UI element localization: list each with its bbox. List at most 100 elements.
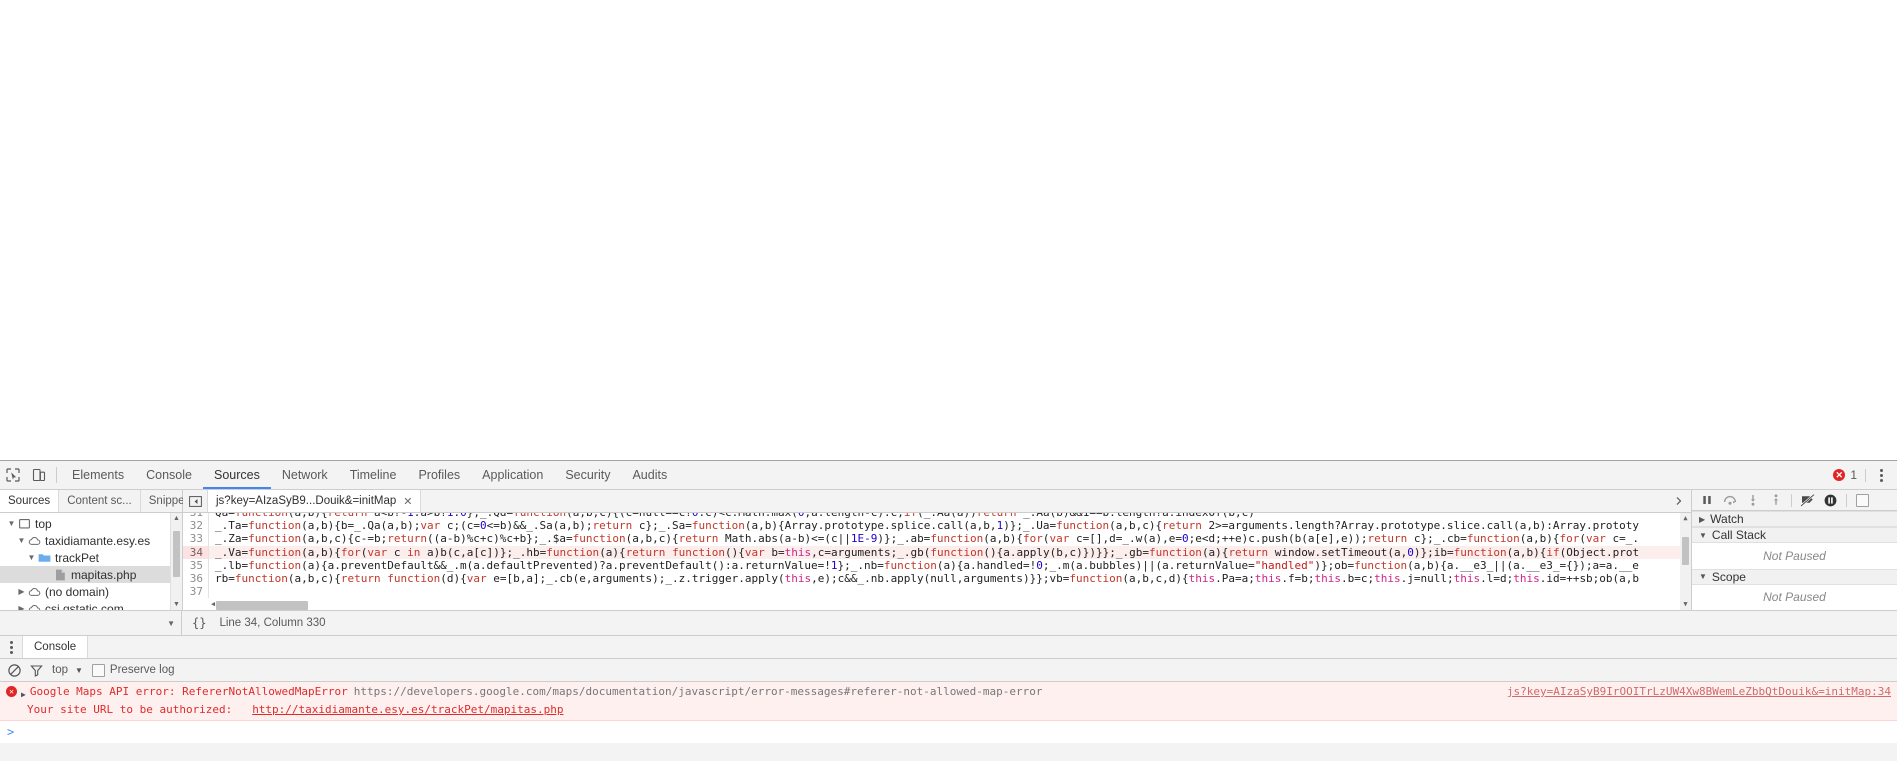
vertical-dots-icon[interactable]: [4, 640, 19, 654]
tab-network[interactable]: Network: [271, 461, 339, 489]
debugger-section-scope[interactable]: ▼ Scope: [1692, 568, 1897, 585]
cursor-position-label: Line 34, Column 330: [219, 617, 326, 629]
navigator-scrollbar[interactable]: ▲ ▼: [170, 513, 182, 610]
scrollbar-thumb[interactable]: [1682, 537, 1689, 565]
console-prompt[interactable]: >: [0, 721, 1897, 743]
vertical-dots-icon[interactable]: [1874, 468, 1889, 482]
step-over-icon[interactable]: [1719, 490, 1740, 510]
step-out-icon[interactable]: [1765, 490, 1786, 510]
scroll-down-arrow-icon[interactable]: ▼: [171, 599, 182, 610]
chevron-down-icon[interactable]: ▼: [1699, 531, 1707, 540]
pretty-print-button[interactable]: {}: [182, 616, 215, 630]
scroll-up-arrow-icon[interactable]: ▲: [171, 513, 182, 524]
tab-profiles[interactable]: Profiles: [407, 461, 471, 489]
tab-elements[interactable]: Elements: [61, 461, 135, 489]
tree-item-domain-no-domain[interactable]: ▶ (no domain): [0, 583, 182, 600]
chevron-down-icon[interactable]: ▼: [1699, 572, 1707, 581]
console-context-label: top: [52, 664, 68, 676]
step-into-icon[interactable]: [1742, 490, 1763, 510]
deactivate-breakpoints-icon[interactable]: [1797, 490, 1818, 510]
code-line-highlighted[interactable]: 34 _.Va=function(a,b){for(var c in a)b(c…: [183, 545, 1691, 559]
tree-item-top[interactable]: ▼ top: [0, 515, 182, 532]
editor-vertical-scrollbar[interactable]: ▲ ▼: [1680, 513, 1691, 610]
nav-tab-content-scripts[interactable]: Content sc...: [59, 490, 141, 512]
tree-item-folder-trackpet[interactable]: ▼ trackPet: [0, 549, 182, 566]
code-editor[interactable]: 31 Qa=function(a,b){return a<b?-1:a>b?1:…: [183, 513, 1691, 610]
tree-item-label: csi.gstatic.com: [45, 601, 124, 611]
editor-status-bar: ▼ {} Line 34, Column 330: [0, 611, 1897, 636]
clear-console-icon[interactable]: [8, 663, 21, 677]
code-line[interactable]: 32 _.Ta=function(a,b){b=_.Qa(a,b);var c;…: [183, 519, 1691, 533]
close-icon[interactable]: ✕: [403, 495, 412, 508]
inspect-cursor-icon[interactable]: [0, 461, 26, 489]
chevron-right-icon[interactable]: [1667, 496, 1691, 506]
line-content[interactable]: _.Ta=function(a,b){b=_.Qa(a,b);var c;(c=…: [209, 519, 1639, 532]
console-error-detail: Your site URL to be authorized: http://t…: [0, 702, 1897, 717]
line-number: 35: [183, 558, 209, 572]
tab-audits[interactable]: Audits: [621, 461, 678, 489]
devtools-panel-tabs: Elements Console Sources Network Timelin…: [61, 461, 678, 489]
async-checkbox[interactable]: [1852, 490, 1873, 510]
line-number: 37: [183, 585, 209, 599]
code-line[interactable]: 33 _.Za=function(a,b,c){c-=b;return((a-b…: [183, 532, 1691, 546]
tree-item-file-mapitas-php[interactable]: ▶ mapitas.php: [0, 566, 182, 583]
checkbox-icon[interactable]: [1856, 493, 1869, 507]
console-error-url[interactable]: https://developers.google.com/maps/docum…: [354, 684, 1043, 699]
pause-on-exceptions-icon[interactable]: [1820, 490, 1841, 510]
section-label: Watch: [1710, 512, 1744, 526]
navigator-scroll-footer[interactable]: ▼: [0, 611, 182, 635]
show-navigator-icon[interactable]: [183, 490, 208, 512]
device-toolbar-icon[interactable]: [26, 461, 52, 489]
console-message-source-link[interactable]: js?key=AIzaSyB9IrOOITrLzUW4Xw8BWemLeZbbQ…: [1507, 685, 1891, 698]
chevron-down-icon[interactable]: ▼: [26, 553, 37, 562]
editor-tab-overflow[interactable]: [1667, 490, 1691, 512]
line-content[interactable]: _.Za=function(a,b,c){c-=b;return((a-b)%c…: [209, 532, 1639, 545]
debugger-toolbar: [1692, 490, 1897, 511]
nav-tab-sources[interactable]: Sources: [0, 490, 60, 512]
code-line[interactable]: 37: [183, 585, 1691, 599]
chevron-right-icon[interactable]: ▶: [1699, 515, 1705, 524]
toolbar-divider: [1846, 493, 1847, 507]
tree-item-domain-taxidiamante[interactable]: ▼ taxidiamante.esy.es: [0, 532, 182, 549]
pause-icon[interactable]: [1696, 490, 1717, 510]
chevron-down-icon[interactable]: ▼: [75, 666, 83, 675]
scrollbar-thumb[interactable]: [173, 531, 180, 577]
tab-application[interactable]: Application: [471, 461, 554, 489]
chevron-right-icon[interactable]: ▶: [16, 604, 27, 610]
scroll-up-arrow-icon[interactable]: ▲: [1680, 513, 1691, 524]
preserve-log-toggle[interactable]: Preserve log: [91, 663, 174, 677]
tab-timeline[interactable]: Timeline: [339, 461, 408, 489]
checkbox-icon[interactable]: [91, 663, 105, 677]
line-number: 32: [183, 519, 209, 533]
line-content[interactable]: rb=function(a,b,c){return function(d){va…: [209, 572, 1639, 585]
scroll-down-arrow-icon[interactable]: ▼: [1680, 599, 1691, 610]
tab-security[interactable]: Security: [554, 461, 621, 489]
triangle-right-icon[interactable]: ▶: [21, 687, 26, 702]
line-content[interactable]: _.lb=function(a){a.preventDefault&&_.m(a…: [209, 559, 1639, 572]
chevron-down-icon[interactable]: ▼: [16, 536, 27, 545]
chevron-down-icon[interactable]: ▼: [6, 519, 17, 528]
line-content[interactable]: _.Va=function(a,b){for(var c in a)b(c,a[…: [209, 546, 1639, 559]
filter-icon[interactable]: [30, 664, 43, 677]
file-icon: [53, 569, 68, 581]
tree-item-domain-csi-gstatic[interactable]: ▶ csi.gstatic.com: [0, 600, 182, 610]
console-error-detail-link[interactable]: http://taxidiamante.esy.es/trackPet/mapi…: [252, 703, 563, 716]
tab-sources[interactable]: Sources: [203, 461, 271, 489]
chevron-right-icon[interactable]: ▶: [16, 587, 27, 596]
console-context-selector[interactable]: top ▼: [52, 664, 83, 676]
code-line[interactable]: 36 rb=function(a,b,c){return function(d)…: [183, 571, 1691, 586]
section-label: Call Stack: [1711, 528, 1766, 542]
call-stack-body: Not Paused: [1692, 543, 1897, 569]
error-count-badge[interactable]: ✕ 1: [1833, 468, 1857, 482]
tab-console[interactable]: Console: [135, 461, 203, 489]
drawer-more-button[interactable]: [0, 636, 22, 658]
debugger-section-call-stack[interactable]: ▼ Call Stack: [1692, 527, 1897, 543]
drawer-tab-console[interactable]: Console: [22, 636, 89, 658]
scroll-down-arrow-icon[interactable]: ▼: [167, 619, 175, 628]
editor-tab-active[interactable]: js?key=AIzaSyB9...Douik&=initMap ✕: [208, 490, 422, 512]
console-message-error[interactable]: ✕ ▶ Google Maps API error: RefererNotAll…: [0, 682, 1897, 721]
code-line[interactable]: 35 _.lb=function(a){a.preventDefault&&_.…: [183, 558, 1691, 572]
debugger-section-watch[interactable]: ▶ Watch: [1692, 511, 1897, 527]
line-number: 33: [183, 532, 209, 546]
editor-horizontal-scrollbar[interactable]: [216, 601, 308, 610]
